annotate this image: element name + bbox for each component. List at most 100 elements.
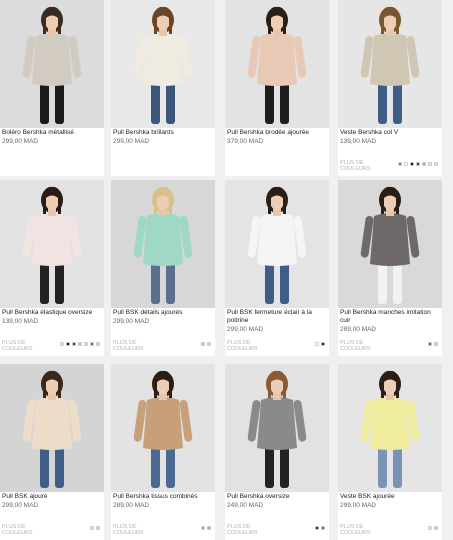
color-swatch[interactable]: [321, 342, 325, 346]
color-swatch[interactable]: [78, 342, 82, 346]
color-swatches: [394, 526, 438, 530]
product-photo[interactable]: [111, 0, 215, 128]
more-colors-link[interactable]: PLUS DE COULEURS: [113, 340, 153, 352]
product-price: 289,00 MAD: [340, 326, 377, 333]
product-photo[interactable]: [225, 364, 329, 492]
more-colors-link[interactable]: PLUS DE COULEURS: [2, 340, 42, 352]
product-name[interactable]: Pull Bershka oversize: [227, 493, 327, 501]
product-info: Pull Bershka brillants 299,00 MAD: [113, 129, 213, 146]
model-garment: [370, 33, 410, 86]
product-card[interactable]: Veste Bershka col V 139,00 MAD PLUS DE COU…: [338, 0, 442, 176]
color-swatch[interactable]: [428, 526, 432, 530]
product-photo[interactable]: [225, 0, 329, 128]
color-swatch[interactable]: [315, 342, 319, 346]
color-swatch[interactable]: [201, 526, 205, 530]
product-name[interactable]: Veste Bershka col V: [340, 129, 440, 137]
more-colors-link[interactable]: PLUS DE COULEURS: [340, 160, 380, 172]
product-name[interactable]: Pull BSK détails ajourés: [113, 309, 213, 317]
more-colors-link[interactable]: PLUS DE COULEURS: [113, 524, 153, 536]
product-name[interactable]: Pull Bershka brodée ajourée: [227, 129, 327, 137]
color-swatch[interactable]: [201, 342, 205, 346]
color-swatches: [281, 342, 325, 346]
product-photo[interactable]: [0, 0, 104, 128]
product-info: Veste BSK ajourée 299,00 MAD: [340, 493, 440, 510]
color-swatch[interactable]: [321, 526, 325, 530]
color-swatch[interactable]: [315, 526, 319, 530]
more-colors-link[interactable]: PLUS DE COULEURS: [340, 340, 380, 352]
color-swatch[interactable]: [434, 526, 438, 530]
model-garment: [143, 213, 183, 266]
product-card[interactable]: Pull Bershka brodée ajourée 379,00 MAD: [225, 0, 329, 176]
color-swatch[interactable]: [72, 342, 76, 346]
model-figure: [22, 186, 82, 304]
model-figure: [22, 6, 82, 124]
color-swatches: [56, 526, 100, 530]
model-garment: [32, 213, 72, 266]
product-photo[interactable]: [338, 364, 442, 492]
model-garment: [143, 33, 183, 86]
more-colors-link[interactable]: PLUS DE COULEURS: [340, 524, 380, 536]
product-card[interactable]: Boléro Bershka métallisé 299,00 MAD: [0, 0, 104, 176]
product-price: 299,00 MAD: [2, 502, 39, 509]
product-name[interactable]: Pull Bershka brillants: [113, 129, 213, 137]
product-photo[interactable]: [111, 180, 215, 308]
more-colors-link[interactable]: PLUS DE COULEURS: [227, 524, 267, 536]
model-garment: [257, 213, 297, 266]
product-name[interactable]: Pull Bershka manches imitation cuir: [340, 309, 440, 325]
product-info: Pull BSK ajouré 299,00 MAD: [2, 493, 102, 510]
product-price: 139,00 MAD: [340, 138, 377, 145]
color-swatch[interactable]: [84, 342, 88, 346]
color-swatches: [394, 342, 438, 346]
color-swatch[interactable]: [207, 342, 211, 346]
product-card[interactable]: Pull BSK détails ajourés 299,00 MAD PLUS D…: [111, 180, 215, 356]
product-card[interactable]: Pull Bershka tissus combinés 289,00 MAD PL…: [111, 364, 215, 540]
more-colors-link[interactable]: PLUS DE COULEURS: [2, 524, 42, 536]
color-swatches: [167, 342, 211, 346]
color-swatch[interactable]: [96, 526, 100, 530]
product-photo[interactable]: [0, 180, 104, 308]
color-swatch[interactable]: [207, 526, 211, 530]
color-swatch[interactable]: [90, 342, 94, 346]
color-swatch[interactable]: [434, 342, 438, 346]
product-card[interactable]: Pull Bershka oversize 249,00 MAD PLUS DE C…: [225, 364, 329, 540]
color-swatch[interactable]: [66, 342, 70, 346]
product-photo[interactable]: [111, 364, 215, 492]
product-card[interactable]: Pull Bershka élastique oversize 139,00 MA…: [0, 180, 104, 356]
color-swatch[interactable]: [398, 162, 402, 166]
product-info: Pull Bershka oversize 249,00 MAD: [227, 493, 327, 510]
product-photo[interactable]: [338, 180, 442, 308]
product-name[interactable]: Pull BSK ajouré: [2, 493, 102, 501]
color-swatches: [167, 526, 211, 530]
product-name[interactable]: Veste BSK ajourée: [340, 493, 440, 501]
color-swatch[interactable]: [90, 526, 94, 530]
product-card[interactable]: Veste BSK ajourée 299,00 MAD PLUS DE COULE…: [338, 364, 442, 540]
product-name[interactable]: Pull Bershka élastique oversize: [2, 309, 102, 317]
product-info: Pull Bershka manches imitation cuir 289,0…: [340, 309, 440, 334]
color-swatch[interactable]: [410, 162, 414, 166]
color-swatches: [56, 342, 100, 346]
color-swatch[interactable]: [422, 162, 426, 166]
product-card[interactable]: Pull Bershka brillants 299,00 MAD: [111, 0, 215, 176]
color-swatch[interactable]: [404, 162, 408, 166]
product-name[interactable]: Pull Bershka tissus combinés: [113, 493, 213, 501]
product-price: 289,00 MAD: [113, 502, 150, 509]
color-swatch[interactable]: [96, 342, 100, 346]
product-name[interactable]: Pull BSK fermeture éclair à la poitrine: [227, 309, 327, 325]
color-swatch[interactable]: [416, 162, 420, 166]
product-name[interactable]: Boléro Bershka métallisé: [2, 129, 102, 137]
product-photo[interactable]: [0, 364, 104, 492]
product-card[interactable]: Pull Bershka manches imitation cuir 289,0…: [338, 180, 442, 356]
color-swatch[interactable]: [428, 162, 432, 166]
product-price: 249,00 MAD: [227, 502, 264, 509]
product-card[interactable]: Pull BSK ajouré 299,00 MAD PLUS DE COULEUR…: [0, 364, 104, 540]
color-swatch[interactable]: [428, 342, 432, 346]
color-swatch[interactable]: [60, 342, 64, 346]
color-swatches: [394, 162, 438, 166]
product-card[interactable]: Pull BSK fermeture éclair à la poitrine 2…: [225, 180, 329, 356]
product-photo[interactable]: [225, 180, 329, 308]
product-photo[interactable]: [338, 0, 442, 128]
color-swatches: [281, 526, 325, 530]
color-swatch[interactable]: [434, 162, 438, 166]
product-info: Pull Bershka brodée ajourée 379,00 MAD: [227, 129, 327, 146]
more-colors-link[interactable]: PLUS DE COULEURS: [227, 340, 267, 352]
